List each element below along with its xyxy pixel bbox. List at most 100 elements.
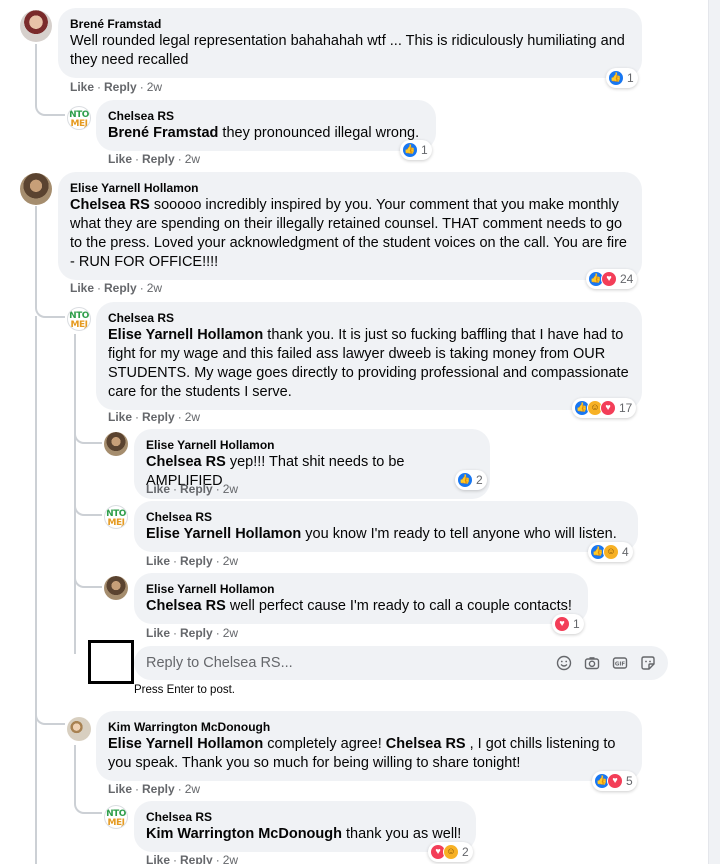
care-icon: ☺ bbox=[443, 844, 459, 860]
mention-link[interactable]: Elise Yarnell Hollamon bbox=[108, 736, 263, 752]
comment-actions: Like · Reply · 2w bbox=[108, 152, 201, 166]
comment-bubble: Chelsea RS Brené Framstad they pronounce… bbox=[96, 100, 436, 151]
avatar[interactable]: NTO MEJ bbox=[67, 307, 91, 331]
comment-bubble: Kim Warrington McDonough Elise Yarnell H… bbox=[96, 711, 642, 781]
reply-button[interactable]: Reply bbox=[180, 626, 213, 640]
comment-author[interactable]: Elise Yarnell Hollamon bbox=[70, 180, 630, 196]
reply-button[interactable]: Reply bbox=[142, 782, 175, 796]
comment-author[interactable]: Chelsea RS bbox=[146, 509, 626, 525]
avatar[interactable] bbox=[104, 432, 128, 456]
reaction-summary[interactable]: 👍 1 bbox=[606, 68, 638, 88]
comment-text: Elise Yarnell Hollamon thank you. It is … bbox=[108, 326, 630, 402]
thread-connector bbox=[74, 796, 102, 814]
comment-author[interactable]: Chelsea RS bbox=[108, 108, 424, 124]
reply-button[interactable]: Reply bbox=[142, 410, 175, 424]
comment-bubble: Chelsea RS Elise Yarnell Hollamon thank … bbox=[96, 302, 642, 410]
like-button[interactable]: Like bbox=[146, 626, 170, 640]
comment-text: Kim Warrington McDonough thank you as we… bbox=[146, 825, 464, 844]
thread-connector bbox=[74, 496, 102, 516]
comment-text: Elise Yarnell Hollamon completely agree!… bbox=[108, 735, 630, 773]
reaction-summary[interactable]: ♥ ☺ 2 bbox=[428, 842, 473, 862]
avatar-logo-line2: MEJ bbox=[107, 818, 125, 828]
scrollbar[interactable] bbox=[708, 0, 720, 864]
comment-author[interactable]: Chelsea RS bbox=[146, 809, 464, 825]
reply-button[interactable]: Reply bbox=[104, 80, 137, 94]
reply-button[interactable]: Reply bbox=[180, 554, 213, 568]
comment-author[interactable]: Elise Yarnell Hollamon bbox=[146, 581, 576, 597]
comment-text-rest: you know I'm ready to tell anyone who wi… bbox=[301, 526, 617, 542]
mention-link[interactable]: Brené Framstad bbox=[108, 125, 218, 141]
reply-button[interactable]: Reply bbox=[104, 281, 137, 295]
reaction-count: 24 bbox=[620, 272, 634, 286]
thread-line bbox=[35, 44, 37, 66]
like-button[interactable]: Like bbox=[70, 281, 94, 295]
like-button[interactable]: Like bbox=[146, 554, 170, 568]
timestamp[interactable]: 2w bbox=[185, 782, 200, 796]
comment-actions: Like · Reply · 2w bbox=[108, 782, 201, 796]
gif-icon[interactable]: GIF bbox=[612, 655, 628, 671]
timestamp[interactable]: 2w bbox=[147, 281, 162, 295]
reply-input[interactable]: Reply to Chelsea RS... bbox=[146, 655, 293, 671]
avatar[interactable] bbox=[67, 717, 91, 741]
thread-connector bbox=[74, 568, 102, 588]
comment-author[interactable]: Chelsea RS bbox=[108, 310, 630, 326]
like-icon: 👍 bbox=[608, 70, 624, 86]
avatar[interactable]: NTO MEJ bbox=[104, 505, 128, 529]
comment-actions: Like · Reply · 2w bbox=[70, 80, 163, 94]
timestamp[interactable]: 2w bbox=[185, 152, 200, 166]
avatar[interactable] bbox=[20, 173, 52, 205]
timestamp[interactable]: 2w bbox=[223, 482, 238, 496]
mention-link[interactable]: Kim Warrington McDonough bbox=[146, 826, 342, 842]
reaction-summary[interactable]: ♥ 1 bbox=[552, 614, 584, 634]
mention-link[interactable]: Elise Yarnell Hollamon bbox=[146, 526, 301, 542]
mention-link[interactable]: Chelsea RS bbox=[70, 197, 150, 213]
comment-author[interactable]: Elise Yarnell Hollamon bbox=[146, 437, 478, 453]
love-icon: ♥ bbox=[600, 400, 616, 416]
reaction-count: 1 bbox=[421, 143, 428, 157]
like-button[interactable]: Like bbox=[70, 80, 94, 94]
mention-link[interactable]: Chelsea RS bbox=[386, 736, 466, 752]
reaction-count: 5 bbox=[626, 774, 633, 788]
like-button[interactable]: Like bbox=[146, 853, 170, 864]
timestamp[interactable]: 2w bbox=[223, 554, 238, 568]
avatar[interactable] bbox=[104, 576, 128, 600]
mention-link[interactable]: Chelsea RS bbox=[146, 454, 226, 470]
thread-connector bbox=[35, 64, 65, 116]
comment-text-rest: sooooo incredibly inspired by you. Your … bbox=[70, 197, 627, 270]
timestamp[interactable]: 2w bbox=[223, 853, 238, 864]
timestamp[interactable]: 2w bbox=[185, 410, 200, 424]
reaction-summary[interactable]: 👍 ☺ 4 bbox=[588, 542, 633, 562]
reaction-summary[interactable]: 👍 2 bbox=[455, 470, 487, 490]
reaction-summary[interactable]: 👍 ☺ ♥ 17 bbox=[572, 398, 637, 418]
avatar[interactable] bbox=[20, 10, 52, 42]
camera-icon[interactable] bbox=[584, 655, 600, 671]
avatar[interactable]: NTO MEJ bbox=[67, 106, 91, 130]
like-button[interactable]: Like bbox=[108, 782, 132, 796]
timestamp[interactable]: 2w bbox=[223, 626, 238, 640]
reply-button[interactable]: Reply bbox=[180, 482, 213, 496]
reaction-count: 4 bbox=[622, 545, 629, 559]
avatar[interactable]: NTO MEJ bbox=[104, 805, 128, 829]
emoji-icon[interactable] bbox=[556, 655, 572, 671]
reaction-count: 17 bbox=[619, 401, 633, 415]
like-button[interactable]: Like bbox=[108, 152, 132, 166]
comment-author[interactable]: Brené Framstad bbox=[70, 16, 630, 32]
like-button[interactable]: Like bbox=[108, 410, 132, 424]
reaction-count: 1 bbox=[573, 617, 580, 631]
comment-author[interactable]: Kim Warrington McDonough bbox=[108, 719, 630, 735]
like-button[interactable]: Like bbox=[146, 482, 170, 496]
reply-composer[interactable]: Reply to Chelsea RS... GIF bbox=[134, 646, 668, 680]
reaction-summary[interactable]: 👍 ♥ 24 bbox=[586, 269, 638, 289]
mention-link[interactable]: Elise Yarnell Hollamon bbox=[108, 327, 263, 343]
like-icon: 👍 bbox=[457, 472, 473, 488]
reaction-summary[interactable]: 👍 1 bbox=[400, 140, 432, 160]
mention-link[interactable]: Chelsea RS bbox=[146, 598, 226, 614]
reply-button[interactable]: Reply bbox=[142, 152, 175, 166]
comment-text-rest: well perfect cause I'm ready to call a c… bbox=[225, 598, 572, 614]
timestamp[interactable]: 2w bbox=[147, 80, 162, 94]
sticker-icon[interactable] bbox=[640, 655, 656, 671]
comment-actions: Like · Reply · 2w bbox=[146, 626, 239, 640]
reaction-summary[interactable]: 👍 ♥ 5 bbox=[592, 771, 637, 791]
reply-button[interactable]: Reply bbox=[180, 853, 213, 864]
composer-tools: GIF bbox=[556, 655, 656, 671]
